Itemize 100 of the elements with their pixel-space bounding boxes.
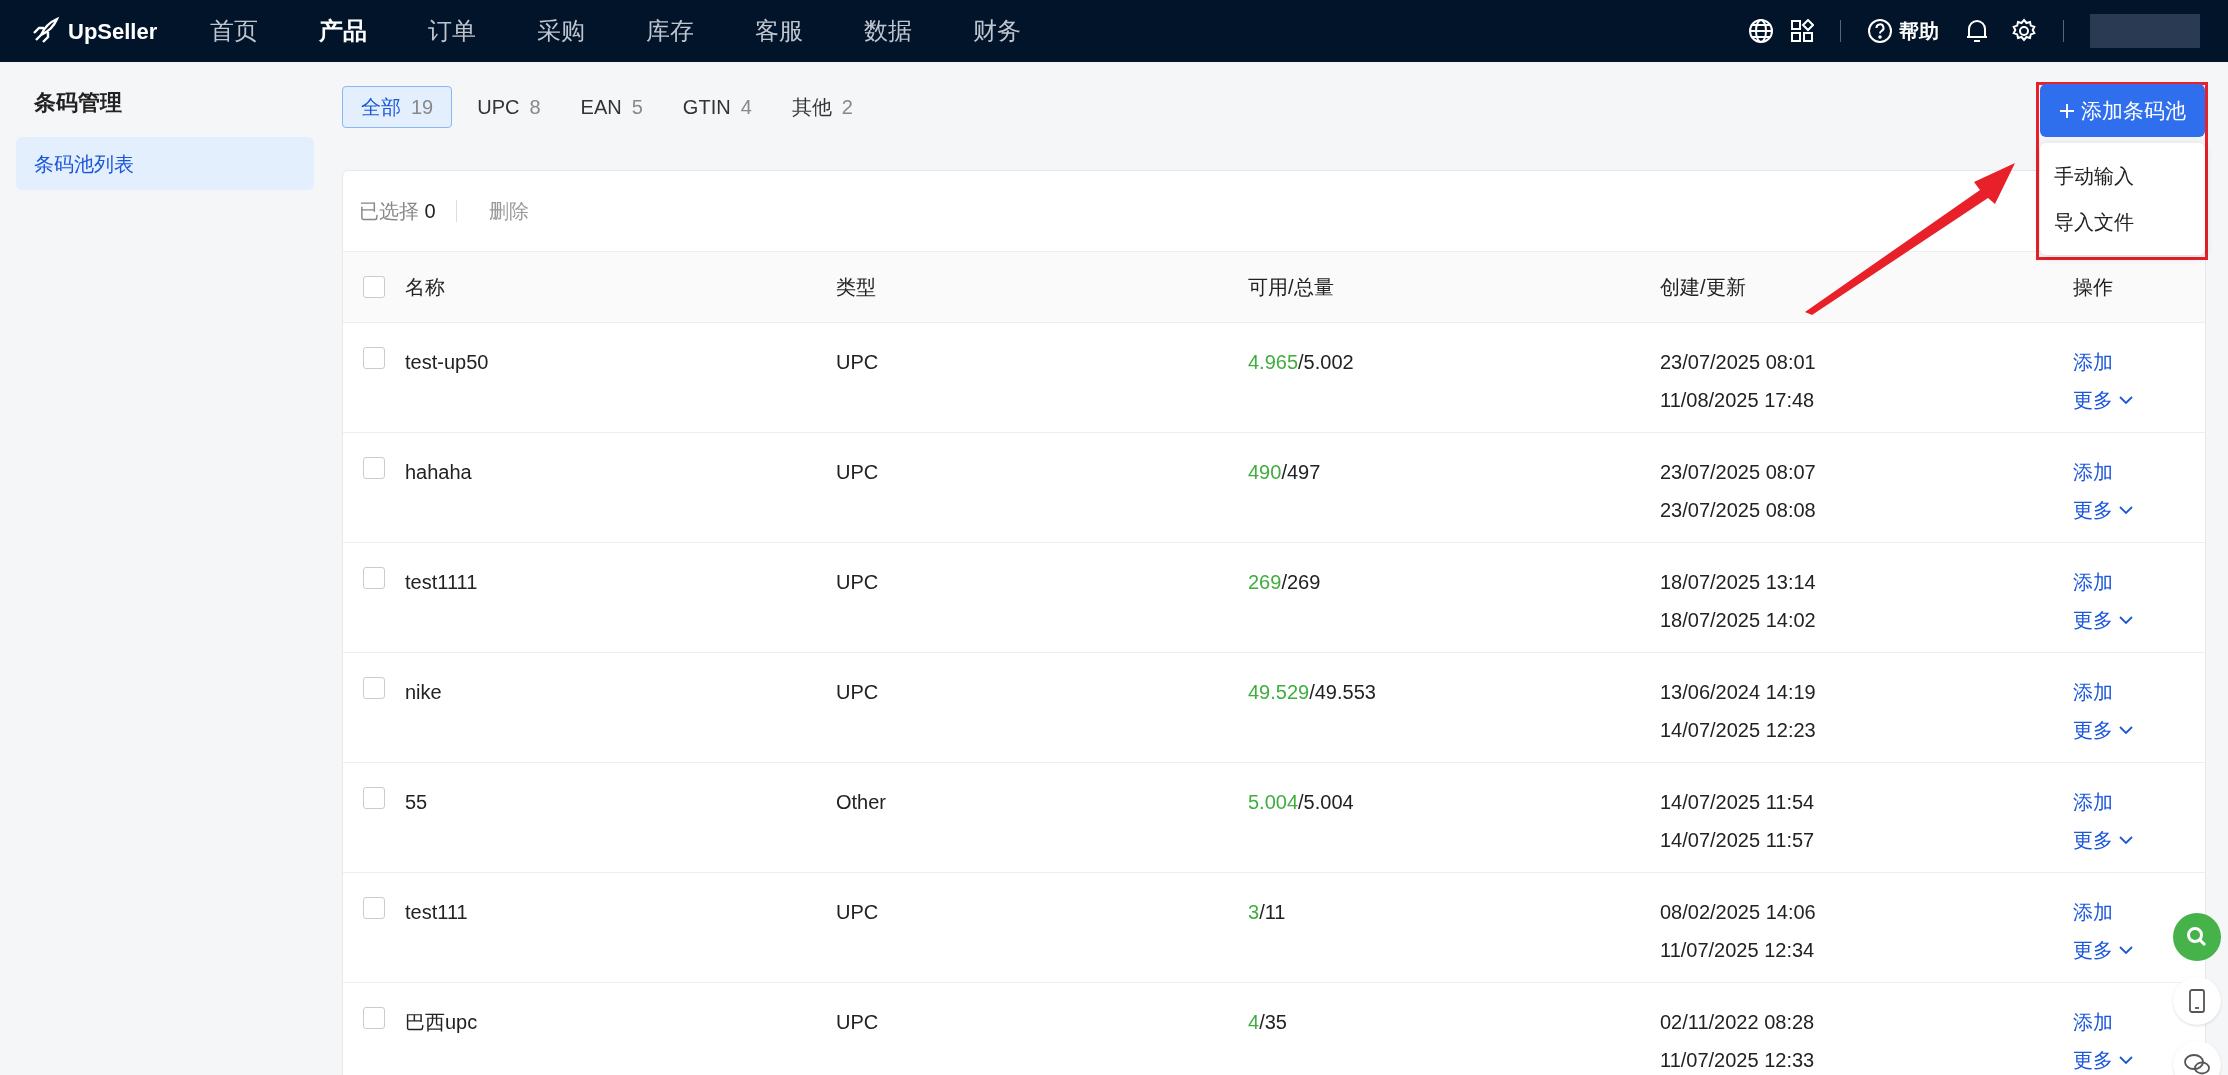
- bell-icon[interactable]: [1965, 18, 1989, 44]
- search-button[interactable]: [2173, 913, 2221, 961]
- table-cell-text: 巴西upc: [405, 1010, 479, 1035]
- table-cell-text: 269/269: [1248, 570, 1322, 595]
- filter-tab[interactable]: UPC 8: [462, 86, 556, 128]
- chevron-down-icon: [2119, 725, 2133, 735]
- chevron-down-icon: [2119, 1055, 2133, 1065]
- column-header: 操作: [2073, 275, 2114, 300]
- menu-item[interactable]: 导入文件: [2040, 199, 2205, 245]
- table-cell-text: 49.529/49.553: [1248, 680, 1377, 705]
- table-cell-text: test1111: [405, 570, 479, 595]
- settings-icon[interactable]: [2011, 18, 2037, 44]
- table-cell-text: 13/06/2024 14:19: [1660, 680, 1816, 705]
- table-cell-text: 3/11: [1248, 900, 1287, 925]
- column-header: 名称: [405, 275, 446, 300]
- table-cell-text: UPC: [836, 680, 880, 705]
- more-dropdown[interactable]: 更多: [2073, 825, 2133, 855]
- chevron-down-icon: [2119, 835, 2133, 845]
- filter-tab[interactable]: 其他 2: [776, 86, 868, 128]
- more-dropdown[interactable]: 更多: [2073, 605, 2133, 635]
- table-cell-text: 18/07/2025 14:02: [1660, 608, 1816, 633]
- table-cell-text: Other: [836, 790, 888, 815]
- table-cell-text: 14/07/2025 11:57: [1660, 828, 1815, 853]
- more-dropdown[interactable]: 更多: [2073, 935, 2133, 965]
- table-cell-text: UPC: [836, 460, 880, 485]
- selected-count: 已选择 0: [359, 199, 436, 224]
- menu-item[interactable]: 手动输入: [2040, 153, 2205, 199]
- add-link[interactable]: 添加: [2073, 567, 2113, 597]
- table-cell-text: 02/11/2022 08:28: [1660, 1010, 1815, 1035]
- table-cell-text: UPC: [836, 570, 880, 595]
- chat-bubbles-icon: [2184, 1053, 2210, 1075]
- chevron-down-icon: [2119, 945, 2133, 955]
- table-cell-text: 14/07/2025 12:23: [1660, 718, 1816, 743]
- table-cell-text: UPC: [836, 350, 880, 375]
- nav-item[interactable]: 客服: [755, 13, 864, 49]
- table-cell-text: test-up50: [405, 350, 490, 375]
- column-header: 创建/更新: [1660, 275, 1747, 300]
- help-icon: [1867, 18, 1893, 44]
- table-cell-text: nike: [405, 680, 443, 705]
- table-cell-text: 23/07/2025 08:01: [1660, 350, 1816, 375]
- nav-item[interactable]: 数据: [864, 13, 973, 49]
- add-link[interactable]: 添加: [2073, 347, 2113, 377]
- more-dropdown[interactable]: 更多: [2073, 1045, 2133, 1075]
- add-link[interactable]: 添加: [2073, 457, 2113, 487]
- table-cell-text: UPC: [836, 1010, 880, 1035]
- table-cell-text: 11/07/2025 12:33: [1660, 1048, 1815, 1073]
- filter-tab[interactable]: GTIN 4: [667, 86, 767, 128]
- filter-tab[interactable]: 全部 19: [342, 86, 453, 128]
- nav-item[interactable]: 采购: [537, 13, 646, 49]
- plus-icon: [2059, 102, 2075, 119]
- table-cell-text: 4.965/5.002: [1248, 350, 1355, 375]
- chat-button[interactable]: [2173, 1041, 2221, 1075]
- more-dropdown[interactable]: 更多: [2073, 495, 2133, 525]
- column-header: 可用/总量: [1248, 275, 1335, 300]
- search-icon: [2186, 926, 2208, 948]
- table-cell-text: 18/07/2025 13:14: [1660, 570, 1816, 595]
- table-cell-text: 11/07/2025 12:34: [1660, 938, 1815, 963]
- add-link[interactable]: 添加: [2073, 1007, 2113, 1037]
- nav-item[interactable]: 首页: [210, 13, 319, 49]
- apps-grid-icon[interactable]: [1790, 19, 1814, 43]
- table-cell-text: 55: [405, 790, 429, 815]
- table-cell-text: 5.004/5.004: [1248, 790, 1355, 815]
- row-checkbox[interactable]: [363, 897, 385, 919]
- table-cell-text: 4/35: [1248, 1010, 1288, 1035]
- nav-item[interactable]: 产品: [319, 13, 428, 49]
- more-dropdown[interactable]: 更多: [2073, 385, 2133, 415]
- help-button[interactable]: 帮助: [1867, 16, 1939, 46]
- sidebar-item[interactable]: 条码池列表: [16, 137, 314, 190]
- row-checkbox[interactable]: [363, 567, 385, 589]
- column-header: 类型: [836, 275, 877, 300]
- select-all-checkbox[interactable]: [363, 276, 385, 298]
- chevron-down-icon: [2119, 615, 2133, 625]
- add-link[interactable]: 添加: [2073, 897, 2113, 927]
- table-cell-text: 14/07/2025 11:54: [1660, 790, 1815, 815]
- filter-tab[interactable]: EAN 5: [565, 86, 658, 128]
- table-cell-text: test111: [405, 900, 469, 925]
- more-dropdown[interactable]: 更多: [2073, 715, 2133, 745]
- avatar-placeholder[interactable]: [2090, 14, 2200, 48]
- nav-item[interactable]: 财务: [973, 13, 1082, 49]
- chevron-down-icon: [2119, 395, 2133, 405]
- row-checkbox[interactable]: [363, 1007, 385, 1029]
- nav-item[interactable]: 库存: [646, 13, 755, 49]
- row-checkbox[interactable]: [363, 787, 385, 809]
- table-cell-text: 490/497: [1248, 460, 1322, 485]
- row-checkbox[interactable]: [363, 457, 385, 479]
- add-barcode-pool-button[interactable]: 添加条码池: [2040, 84, 2205, 137]
- table-cell-text: 23/07/2025 08:07: [1660, 460, 1816, 485]
- row-checkbox[interactable]: [363, 347, 385, 369]
- brand-name: UpSeller: [68, 17, 158, 46]
- chevron-down-icon: [2119, 505, 2133, 515]
- globe-icon[interactable]: [1748, 18, 1774, 44]
- add-link[interactable]: 添加: [2073, 787, 2113, 817]
- table-cell-text: hahaha: [405, 460, 473, 485]
- nav-item[interactable]: 订单: [428, 13, 537, 49]
- table-cell-text: 08/02/2025 14:06: [1660, 900, 1816, 925]
- sidebar-title: 条码管理: [33, 89, 123, 117]
- add-link[interactable]: 添加: [2073, 677, 2113, 707]
- row-checkbox[interactable]: [363, 677, 385, 699]
- table-cell-text: 23/07/2025 08:08: [1660, 498, 1816, 523]
- mobile-button[interactable]: [2173, 977, 2221, 1025]
